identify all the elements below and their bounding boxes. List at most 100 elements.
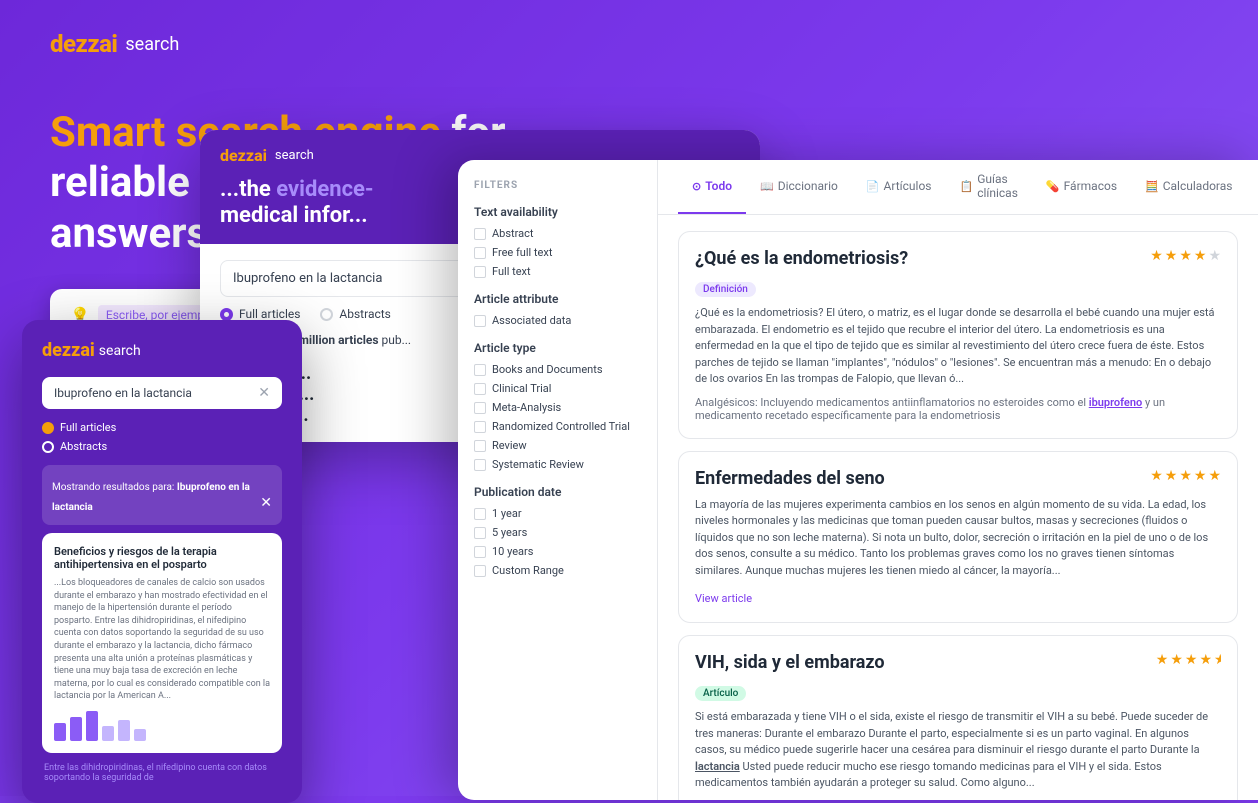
tab-noticias[interactable]: 🌐 Noticias: [1246, 160, 1258, 214]
bar-2: [70, 717, 82, 741]
tab-calculadoras[interactable]: 🧮 Calculadoras: [1131, 160, 1246, 214]
card-logo-brand: dezzai: [42, 340, 95, 361]
checkbox-abstract[interactable]: [474, 228, 486, 240]
star-5: ★: [1208, 468, 1221, 484]
main-container: dezzai search Smart search engine for re…: [0, 0, 1258, 796]
filter-review[interactable]: Review: [474, 439, 641, 452]
checkbox-meta-analysis[interactable]: [474, 402, 486, 414]
publication-date-title: Publication date: [474, 485, 641, 499]
badge-articulo: Artículo: [695, 686, 746, 701]
result-seno-stars: ★ ★ ★ ★ ★: [1150, 468, 1221, 484]
card-result-text: ...Los bloqueadores de canales de calcio…: [54, 577, 270, 703]
card-logo: dezzai search: [42, 340, 282, 361]
filter-5years[interactable]: 5 years: [474, 526, 641, 539]
card-result-preview: Beneficios y riesgos de la terapia antih…: [42, 533, 282, 753]
filter-1year[interactable]: 1 year: [474, 507, 641, 520]
card-radio-full-dot: [42, 422, 54, 434]
tab-guias-icon: 📋: [959, 180, 973, 193]
tab-todo[interactable]: ⊙ Todo: [678, 160, 746, 214]
ibuprofeno-link[interactable]: ibuprofeno: [1089, 396, 1142, 409]
result-endometriosis-title: ¿Qué es la endometriosis?: [695, 248, 908, 269]
filter-10years[interactable]: 10 years: [474, 545, 641, 558]
checkbox-clinical-trial[interactable]: [474, 383, 486, 395]
card-logo-suffix: search: [99, 343, 141, 359]
bar-5: [118, 720, 130, 741]
checkbox-free-full-text[interactable]: [474, 247, 486, 259]
filter-abstract[interactable]: Abstract: [474, 227, 641, 240]
filter-clinical-trial[interactable]: Clinical Trial: [474, 382, 641, 395]
checkbox-review[interactable]: [474, 440, 486, 452]
star-1: ★: [1150, 248, 1163, 264]
tab-guias-label: Guías clínicas: [977, 172, 1018, 200]
result-seno-header: Enfermedades del seno ★ ★ ★ ★ ★: [695, 468, 1221, 489]
filter-free-full-text[interactable]: Free full text: [474, 246, 641, 259]
card-result-link: Entre las dihidropiridinas, el nifedipin…: [42, 763, 282, 783]
star-1: ★: [1156, 652, 1169, 668]
filters-sidebar: FILTERS Text availability Abstract Free …: [458, 160, 658, 800]
result-seno-title: Enfermedades del seno: [695, 468, 885, 489]
checkbox-5years[interactable]: [474, 527, 486, 539]
star-3: ★: [1185, 652, 1198, 668]
article-attribute-title: Article attribute: [474, 292, 641, 306]
filter-associated-data[interactable]: Associated data: [474, 314, 641, 327]
card-radio-full[interactable]: Full articles: [42, 421, 282, 434]
filter-systematic-review[interactable]: Systematic Review: [474, 458, 641, 471]
card-radio-group: Full articles Abstracts: [42, 421, 282, 453]
filters-title: FILTERS: [474, 180, 641, 191]
tab-farmacos-label: Fármacos: [1064, 179, 1117, 193]
tab-todo-icon: ⊙: [692, 180, 701, 193]
filter-10years-label: 10 years: [492, 545, 533, 558]
filter-rct[interactable]: Randomized Controlled Trial: [474, 420, 641, 433]
tabs-row: ⊙ Todo 📖 Diccionario 📄 Artículos 📋 Guías…: [658, 160, 1258, 215]
results-panel: FILTERS Text availability Abstract Free …: [458, 160, 1258, 800]
tab-diccionario[interactable]: 📖 Diccionario: [746, 160, 852, 214]
filter-meta-analysis-label: Meta-Analysis: [492, 401, 561, 414]
tab-guias[interactable]: 📋 Guías clínicas: [945, 160, 1031, 214]
checkbox-full-text[interactable]: [474, 266, 486, 278]
checkbox-rct[interactable]: [474, 421, 486, 433]
star-1: ★: [1150, 468, 1163, 484]
card-ui-radio-abstracts[interactable]: Abstracts: [320, 307, 390, 321]
filter-books[interactable]: Books and Documents: [474, 363, 641, 376]
card-result-title: Beneficios y riesgos de la terapia antih…: [54, 545, 270, 571]
bar-3: [86, 711, 98, 741]
result-vih-header: VIH, sida y el embarazo ★ ★ ★ ★ ★: [695, 652, 1221, 673]
tab-todo-label: Todo: [705, 179, 732, 193]
checkbox-associated-data[interactable]: [474, 315, 486, 327]
card-radio-abstracts-dot: [42, 441, 54, 453]
filter-free-full-text-label: Free full text: [492, 246, 552, 259]
card-radio-abstracts[interactable]: Abstracts: [42, 440, 282, 453]
lactancia-link[interactable]: lactancia: [747, 800, 792, 801]
filter-meta-analysis[interactable]: Meta-Analysis: [474, 401, 641, 414]
star-2: ★: [1165, 248, 1178, 264]
checkbox-custom-range[interactable]: [474, 565, 486, 577]
filter-review-label: Review: [492, 439, 527, 452]
checkbox-books[interactable]: [474, 364, 486, 376]
checkbox-10years[interactable]: [474, 546, 486, 558]
tab-farmacos[interactable]: 💊 Fármacos: [1032, 160, 1131, 214]
filter-full-text[interactable]: Full text: [474, 265, 641, 278]
star-3: ★: [1179, 248, 1192, 264]
card-search-input[interactable]: Ibuprofeno en la lactancia ✕: [42, 377, 282, 409]
card-radio-full-label: Full articles: [60, 421, 116, 434]
tab-farmacos-icon: 💊: [1046, 180, 1060, 193]
filter-abstract-label: Abstract: [492, 227, 533, 240]
result-vih-stars: ★ ★ ★ ★ ★: [1156, 652, 1221, 668]
result-label-text: Mostrando resultados para: Ibuprofeno en…: [52, 482, 250, 513]
star-2: ★: [1165, 468, 1178, 484]
result-vih-text: Si está embarazada y tiene VIH o el sida…: [695, 709, 1221, 792]
filter-rct-label: Randomized Controlled Trial: [492, 420, 630, 433]
tab-articulos-icon: 📄: [866, 180, 880, 193]
checkbox-1year[interactable]: [474, 508, 486, 520]
checkbox-systematic-review[interactable]: [474, 459, 486, 471]
tab-articulos[interactable]: 📄 Artículos: [852, 160, 946, 214]
logo: dezzai search: [50, 30, 710, 58]
star-5: ★: [1208, 248, 1221, 264]
close-icon[interactable]: ✕: [260, 495, 272, 511]
bar-1: [54, 723, 66, 741]
filter-associated-data-label: Associated data: [492, 314, 571, 327]
card-clear-icon[interactable]: ✕: [258, 385, 270, 401]
filter-custom-range[interactable]: Custom Range: [474, 564, 641, 577]
filter-5years-label: 5 years: [492, 526, 527, 539]
view-article-link[interactable]: View article: [695, 592, 752, 605]
